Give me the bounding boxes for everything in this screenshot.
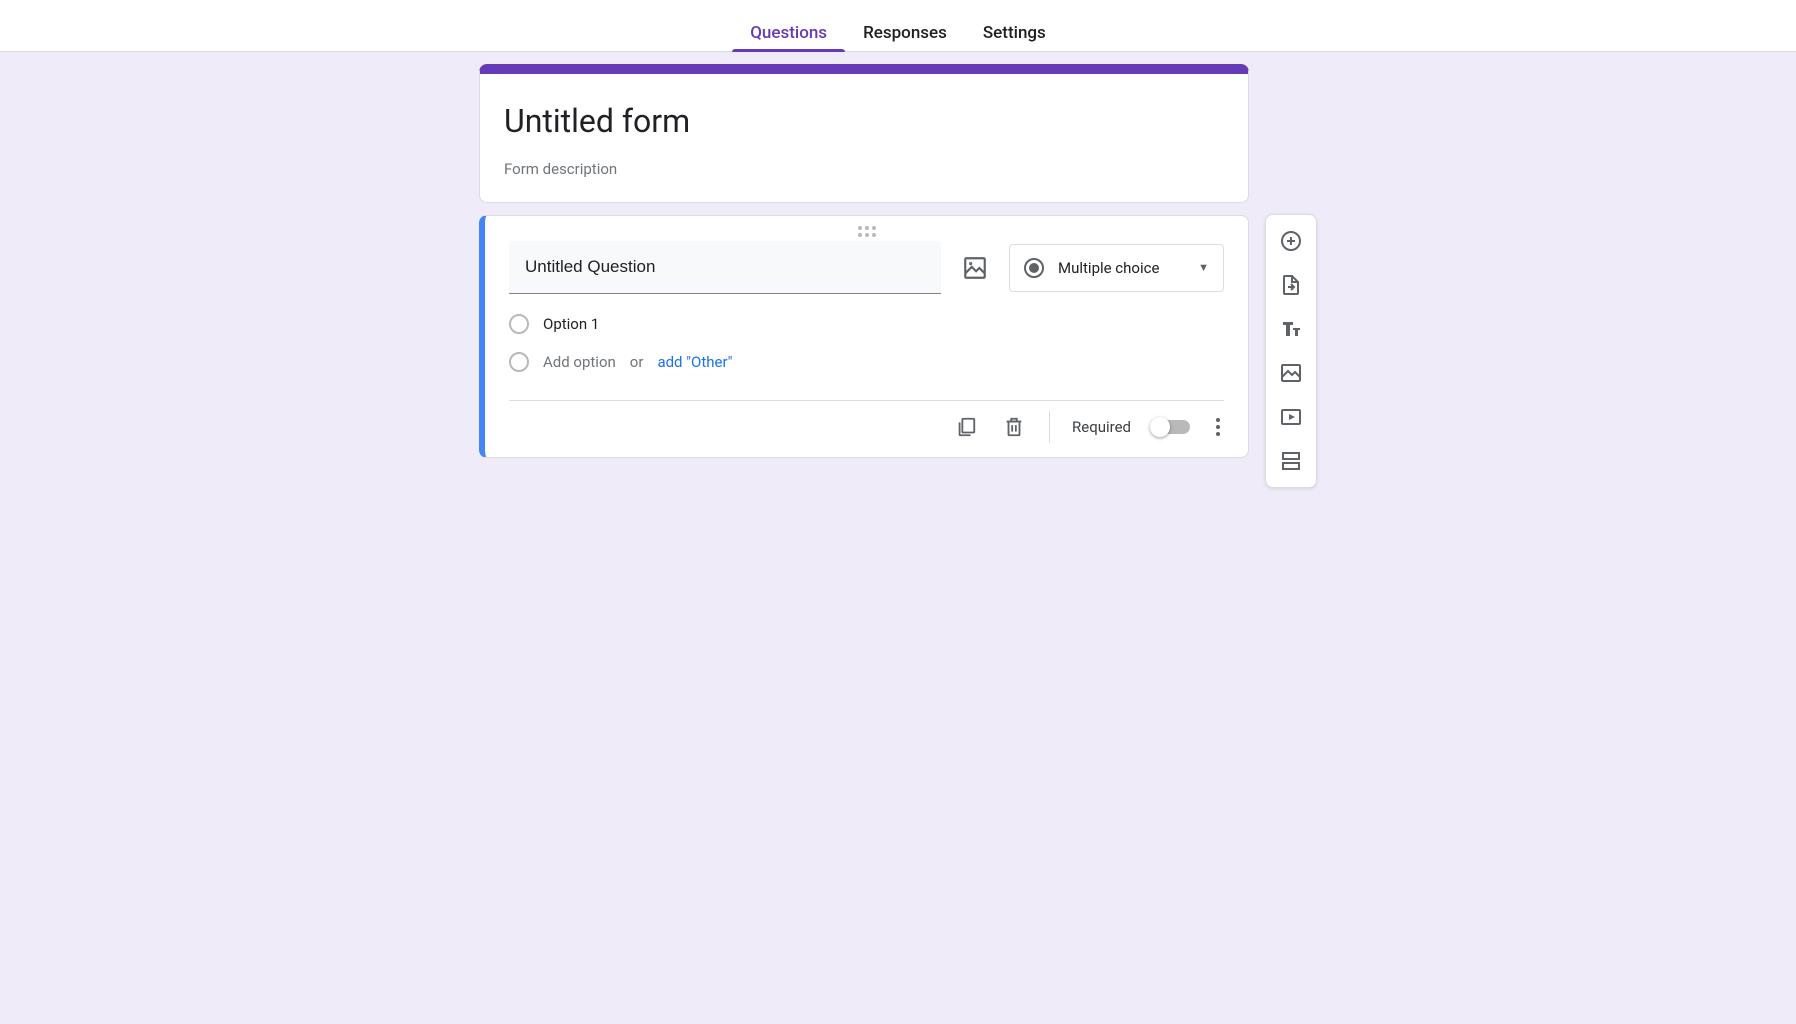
side-toolbar [1265, 214, 1317, 488]
footer-divider [1049, 411, 1050, 443]
form-canvas: Untitled form Form description [0, 52, 1796, 528]
form-column: Untitled form Form description [479, 64, 1249, 458]
drag-dots-icon [858, 226, 876, 237]
delete-button[interactable] [1001, 414, 1027, 440]
or-text: or [630, 353, 644, 371]
image-icon [962, 255, 988, 281]
add-other-button[interactable]: add "Other" [657, 353, 732, 371]
question-title-input[interactable] [509, 241, 941, 294]
tab-bar: Questions Responses Settings [0, 0, 1796, 52]
question-top-row: Multiple choice ▼ [509, 241, 1224, 294]
add-option-row: Add option or add "Other" [509, 352, 1224, 372]
question-card: Multiple choice ▼ Option 1 Add option or… [479, 215, 1249, 458]
plus-circle-icon [1279, 229, 1303, 253]
chevron-down-icon: ▼ [1198, 261, 1209, 274]
add-section-button[interactable] [1273, 443, 1309, 479]
tab-responses[interactable]: Responses [845, 0, 965, 52]
more-options-button[interactable] [1212, 414, 1224, 440]
required-toggle[interactable] [1153, 420, 1190, 434]
option-1-text[interactable]: Option 1 [543, 315, 599, 333]
add-title-button[interactable] [1273, 311, 1309, 347]
duplicate-button[interactable] [953, 414, 979, 440]
question-footer: Required [509, 400, 1224, 457]
toggle-knob [1150, 417, 1170, 437]
trash-icon [1003, 416, 1025, 438]
import-file-icon [1279, 273, 1303, 297]
section-icon [1279, 449, 1303, 473]
form-header-card: Untitled form Form description [479, 64, 1249, 203]
copy-icon [955, 416, 977, 438]
drag-handle[interactable] [509, 224, 1224, 237]
add-option-button[interactable]: Add option [543, 353, 616, 371]
radio-empty-icon [509, 314, 529, 334]
form-title[interactable]: Untitled form [504, 96, 1224, 146]
import-questions-button[interactable] [1273, 267, 1309, 303]
form-description[interactable]: Form description [504, 146, 1224, 178]
radio-icon [1024, 258, 1044, 278]
tab-settings[interactable]: Settings [965, 0, 1064, 52]
add-question-button[interactable] [1273, 223, 1309, 259]
required-label: Required [1072, 418, 1131, 436]
add-video-button[interactable] [1273, 399, 1309, 435]
add-image-button-side[interactable] [1273, 355, 1309, 391]
question-type-label: Multiple choice [1058, 259, 1184, 277]
option-row-1[interactable]: Option 1 [509, 314, 1224, 334]
add-image-button[interactable] [961, 254, 989, 282]
video-icon [1279, 405, 1303, 429]
options-list: Option 1 Add option or add "Other" [509, 294, 1224, 390]
radio-empty-icon [509, 352, 529, 372]
text-icon [1279, 317, 1303, 341]
image-icon [1279, 361, 1303, 385]
tab-questions[interactable]: Questions [732, 0, 845, 52]
question-type-select[interactable]: Multiple choice ▼ [1009, 244, 1224, 292]
